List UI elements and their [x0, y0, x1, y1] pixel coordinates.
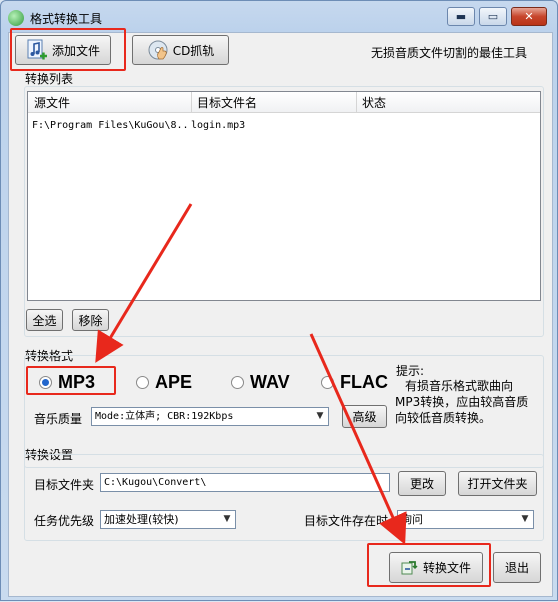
- exit-button[interactable]: 退出: [493, 552, 541, 583]
- select-all-button[interactable]: 全选: [26, 309, 63, 331]
- title-bar[interactable]: 格式转换工具 ▬ ▭ ✕: [1, 1, 557, 31]
- close-button[interactable]: ✕: [511, 7, 547, 26]
- quality-value: Mode:立体声; CBR:192Kbps: [95, 411, 234, 422]
- priority-label: 任务优先级: [34, 514, 95, 528]
- cell-source: F:\Program Files\KuGou\8..: [32, 120, 189, 131]
- convert-list-title: 转换列表: [25, 72, 74, 86]
- chevron-down-icon: ▼: [223, 514, 231, 524]
- priority-value: 加速处理(较快): [104, 513, 179, 526]
- exists-value: 询问: [401, 513, 423, 526]
- radio-flac-dot[interactable]: [321, 376, 334, 389]
- radio-ape-dot[interactable]: [136, 376, 149, 389]
- hint-text: 有损音乐格式歌曲向MP3转换，应由较高音质向较低音质转换。: [395, 379, 529, 425]
- minimize-button[interactable]: ▬: [447, 7, 475, 26]
- radio-flac[interactable]: FLAC: [321, 372, 388, 393]
- column-status[interactable]: 状态: [362, 94, 386, 111]
- radio-wav[interactable]: WAV: [231, 372, 290, 393]
- highlight-mp3: [26, 366, 116, 395]
- maximize-button[interactable]: ▭: [479, 7, 507, 26]
- advanced-button[interactable]: 高级: [342, 405, 387, 428]
- priority-select[interactable]: 加速处理(较快) ▼: [100, 510, 236, 529]
- highlight-convert: [367, 543, 491, 587]
- cell-target: login.mp3: [191, 120, 246, 131]
- target-folder-label: 目标文件夹: [34, 478, 95, 492]
- client-area: 添加文件 CD抓轨 无损音质文件切割的最佳工具 转换列表 源文件 目标文件名 状…: [8, 32, 553, 597]
- column-source[interactable]: 源文件: [34, 94, 70, 111]
- radio-ape-label: APE: [155, 372, 193, 392]
- main-window: 格式转换工具 ▬ ▭ ✕ 添加文件 CD抓轨 无损音质文件切割的最佳工具 转换列…: [0, 0, 558, 601]
- quality-label: 音乐质量: [34, 412, 83, 426]
- target-folder-field[interactable]: C:\Kugou\Convert\: [100, 473, 390, 492]
- tagline: 无损音质文件切割的最佳工具: [371, 46, 528, 60]
- cd-rip-button[interactable]: CD抓轨: [132, 35, 229, 65]
- file-list[interactable]: 源文件 目标文件名 状态 F:\Program Files\KuGou\8.. …: [27, 91, 541, 301]
- radio-wav-label: WAV: [250, 372, 290, 392]
- cd-hand-icon: [148, 40, 168, 60]
- hint-title: 提示:: [396, 364, 425, 378]
- chevron-down-icon: ▼: [521, 514, 529, 524]
- window-title: 格式转换工具: [30, 12, 103, 26]
- cd-rip-label: CD抓轨: [172, 43, 215, 58]
- remove-button[interactable]: 移除: [72, 309, 109, 331]
- exists-label: 目标文件存在时: [304, 514, 389, 528]
- highlight-add-file: [10, 28, 126, 71]
- radio-ape[interactable]: APE: [136, 372, 192, 393]
- exists-select[interactable]: 询问 ▼: [397, 510, 534, 529]
- radio-flac-label: FLAC: [340, 372, 388, 392]
- list-header: 源文件 目标文件名 状态: [28, 92, 540, 113]
- open-folder-button[interactable]: 打开文件夹: [458, 471, 537, 496]
- column-divider[interactable]: [356, 92, 357, 112]
- column-target[interactable]: 目标文件名: [197, 94, 257, 111]
- radio-wav-dot[interactable]: [231, 376, 244, 389]
- change-folder-button[interactable]: 更改: [398, 471, 446, 496]
- quality-select[interactable]: Mode:立体声; CBR:192Kbps ▼: [91, 407, 329, 426]
- app-icon: [8, 10, 24, 26]
- chevron-down-icon: ▼: [316, 411, 324, 421]
- column-divider[interactable]: [191, 92, 192, 112]
